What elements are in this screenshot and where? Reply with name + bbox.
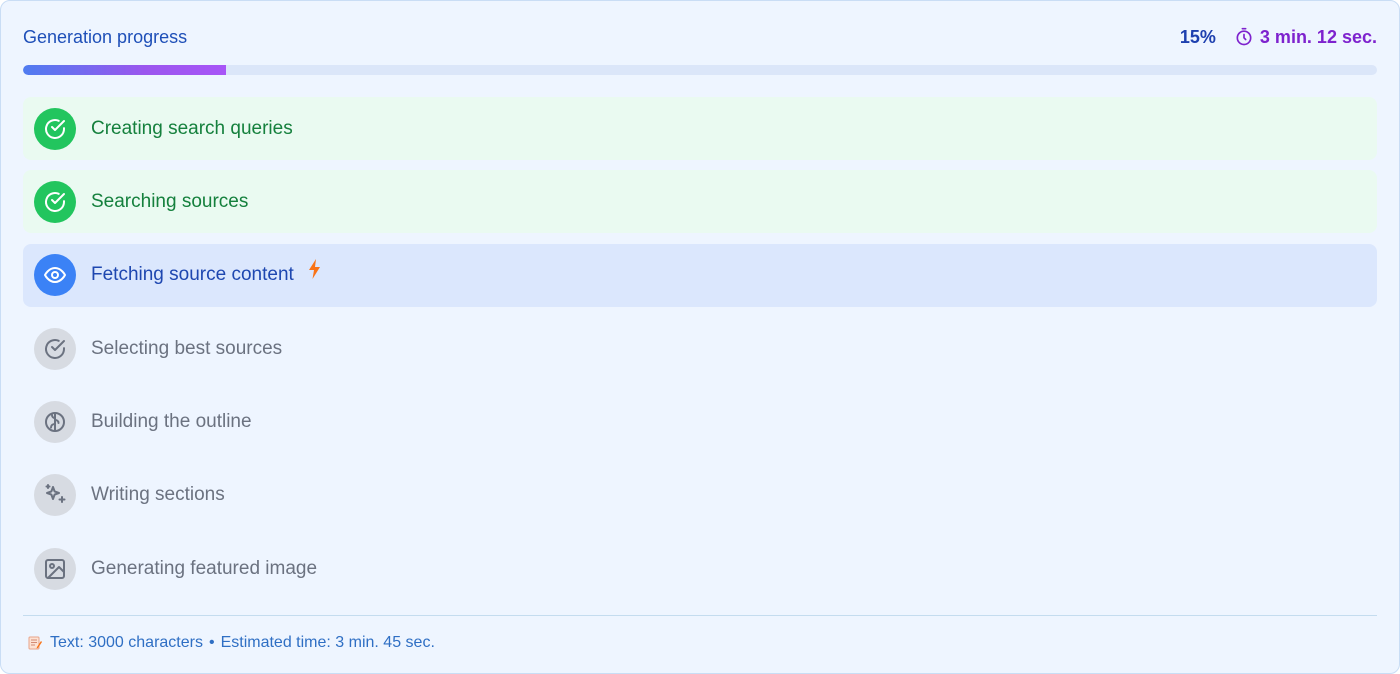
step-label: Building the outline [91,411,252,433]
elapsed-time-label: 3 min. 12 sec. [1259,26,1377,47]
footer-divider [23,615,1377,616]
step-label: Writing sections [91,484,225,506]
separator-dot: • [208,634,215,651]
step-label: Fetching source content [91,264,294,286]
step-building-the-outline: Building the outline [23,391,1377,454]
step-selecting-best-sources: Selecting best sources [23,317,1377,380]
elapsed-timer: 3 min. 12 sec. [1234,27,1377,48]
stopwatch-icon [1236,27,1252,46]
step-label: Selecting best sources [91,337,283,359]
progress-header: Generation progress 15% 3 min. 12 sec. [23,23,1377,51]
step-label: Creating search queries [91,117,293,139]
progress-bar-fill [23,65,227,75]
progress-bar [23,65,1377,75]
panel-title: Generation progress [23,26,188,47]
generation-progress-panel: Generation progress 15% 3 min. 12 sec. C… [0,0,1400,674]
progress-stats: 15% 3 min. 12 sec. [1180,27,1377,48]
step-writing-sections: Writing sections [23,464,1377,527]
sparkles-icon [45,484,66,504]
generation-summary: Text: 3000 characters • Estimated time: … [27,633,435,653]
step-generating-featured-image: Generating featured image [23,537,1377,600]
step-label: Generating featured image [91,557,318,579]
step-list: Creating search queries Searching source… [23,97,1377,611]
memo-icon [28,636,42,650]
progress-percent: 15% [1179,26,1216,47]
eye-icon [44,267,66,284]
lightning-icon [308,259,320,280]
check-circle-icon [45,338,65,359]
step-label: Searching sources [91,190,249,212]
text-length-info: Text: 3000 characters [50,634,203,651]
image-icon [45,558,65,579]
check-circle-icon [45,191,65,212]
brain-icon [45,412,65,433]
check-circle-icon [45,118,65,139]
step-searching-sources: Searching sources [23,170,1377,234]
step-fetching-source-content: Fetching source content [23,243,1377,307]
estimated-time-info: Estimated time: 3 min. 45 sec. [220,634,435,651]
step-creating-search-queries: Creating search queries [23,97,1377,160]
